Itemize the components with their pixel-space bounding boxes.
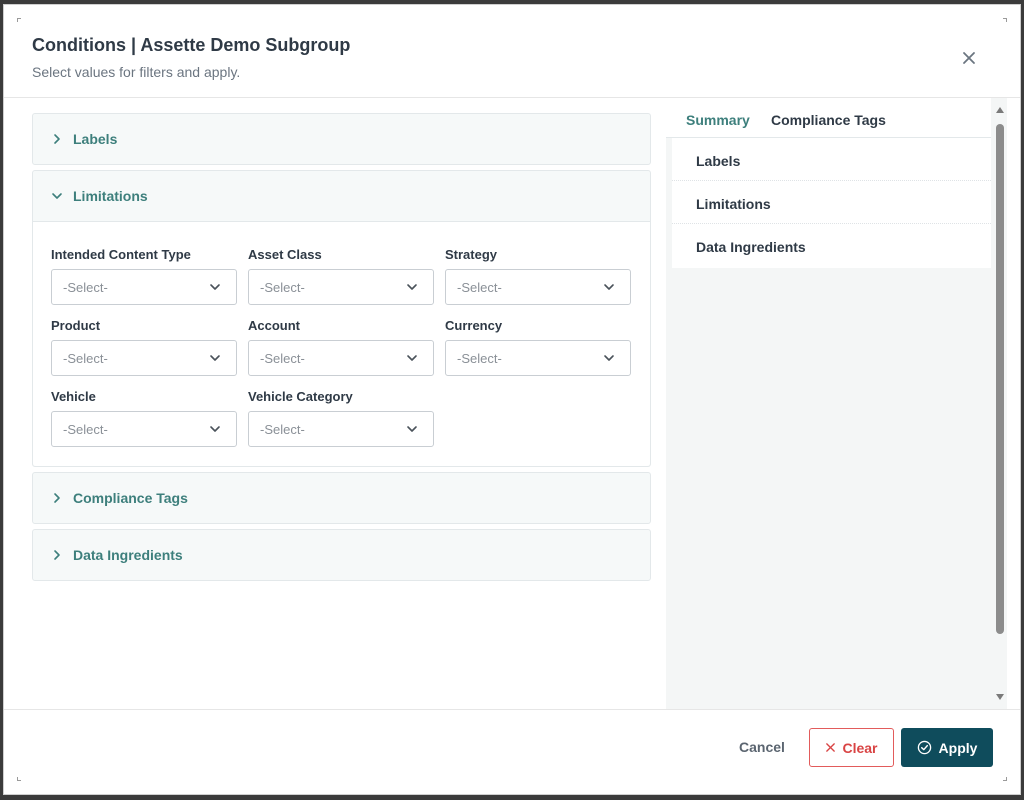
field-label: Product — [51, 318, 101, 333]
conditions-dialog: Conditions | Assette Demo Subgroup Selec… — [3, 4, 1021, 795]
scrollbar-thumb[interactable] — [996, 124, 1004, 634]
chevron-down-icon — [604, 284, 614, 290]
section-compliance-tags-header[interactable]: Compliance Tags — [33, 473, 650, 523]
section-title: Limitations — [73, 188, 148, 204]
field-strategy: Strategy -Select- — [445, 247, 631, 305]
close-button[interactable] — [960, 49, 978, 67]
select-placeholder: -Select- — [63, 350, 108, 366]
field-vehicle: Vehicle -Select- — [51, 389, 237, 447]
field-label: Intended Content Type — [51, 247, 191, 262]
field-intended-content-type: Intended Content Type -Select- — [51, 247, 237, 305]
chevron-right-icon — [54, 550, 60, 560]
vehicle-select[interactable]: -Select- — [51, 411, 237, 447]
dialog-title: Conditions | Assette Demo Subgroup — [32, 35, 351, 55]
summary-item-limitations: Limitations — [672, 181, 991, 224]
select-placeholder: -Select- — [260, 350, 305, 366]
section-title: Data Ingredients — [73, 547, 183, 563]
summary-item-data-ingredients: Data Ingredients — [696, 239, 806, 255]
select-placeholder: -Select- — [63, 279, 108, 295]
chevron-down-icon — [52, 193, 62, 199]
section-compliance-tags: Compliance Tags — [32, 472, 651, 524]
select-placeholder: -Select- — [457, 279, 502, 295]
field-label: Vehicle — [51, 389, 96, 404]
section-data-ingredients-header[interactable]: Data Ingredients — [33, 530, 650, 580]
apply-label: Apply — [938, 739, 978, 756]
section-labels: Labels — [32, 113, 651, 165]
close-icon — [826, 743, 836, 752]
section-title: Labels — [73, 131, 118, 147]
asset-class-select[interactable]: -Select- — [248, 269, 434, 305]
select-placeholder: -Select- — [260, 279, 305, 295]
field-vehicle-category: Vehicle Category -Select- — [248, 389, 434, 447]
chevron-down-icon — [210, 355, 220, 361]
chevron-down-icon — [407, 426, 417, 432]
scroll-down-arrow-icon[interactable] — [996, 694, 1004, 700]
check-circle-icon — [917, 740, 931, 755]
select-placeholder: -Select- — [63, 421, 108, 437]
product-select[interactable]: -Select- — [51, 340, 237, 376]
cancel-button[interactable]: Cancel — [739, 739, 785, 755]
vehicle-category-select[interactable]: -Select- — [248, 411, 434, 447]
field-asset-class: Asset Class -Select- — [248, 247, 434, 305]
chevron-down-icon — [407, 284, 417, 290]
chevron-down-icon — [604, 355, 614, 361]
field-label: Asset Class — [248, 247, 322, 262]
field-label: Account — [248, 318, 300, 333]
section-limitations: Limitations Intended Content Type -Selec… — [32, 170, 651, 467]
chevron-down-icon — [210, 426, 220, 432]
clear-button[interactable]: Clear — [809, 728, 894, 767]
chevron-right-icon — [54, 493, 60, 503]
apply-button[interactable]: Apply — [901, 728, 993, 767]
clear-label: Clear — [842, 739, 878, 756]
field-label: Strategy — [445, 247, 498, 262]
summary-panel: Summary Compliance Tags Labels Limitatio… — [666, 98, 994, 709]
field-label: Currency — [445, 318, 503, 333]
dialog-footer: Cancel Clear Apply — [4, 709, 1020, 796]
scroll-up-arrow-icon[interactable] — [996, 107, 1004, 113]
field-label: Vehicle Category — [248, 389, 353, 404]
section-labels-header[interactable]: Labels — [33, 114, 650, 164]
tab-summary[interactable]: Summary — [686, 112, 750, 128]
strategy-select[interactable]: -Select- — [445, 269, 631, 305]
chevron-down-icon — [210, 284, 220, 290]
section-data-ingredients: Data Ingredients — [32, 529, 651, 581]
field-currency: Currency -Select- — [445, 318, 631, 376]
section-title: Compliance Tags — [73, 490, 188, 506]
limitations-body: Intended Content Type -Select- Asset Cla… — [33, 221, 650, 466]
summary-scrollbar[interactable] — [993, 98, 1007, 709]
tab-compliance-tags[interactable]: Compliance Tags — [771, 112, 886, 128]
filter-sections: Labels Limitations Intended Content Type… — [32, 113, 651, 586]
chevron-down-icon — [407, 355, 417, 361]
intended-content-type-select[interactable]: -Select- — [51, 269, 237, 305]
field-product: Product -Select- — [51, 318, 237, 376]
summary-tabs: Summary Compliance Tags — [666, 98, 991, 138]
summary-list: Labels Limitations Data Ingredients — [672, 138, 991, 268]
summary-item-labels: Labels — [672, 138, 991, 181]
section-limitations-header[interactable]: Limitations — [33, 171, 650, 221]
chevron-right-icon — [54, 134, 60, 144]
account-select[interactable]: -Select- — [248, 340, 434, 376]
select-placeholder: -Select- — [457, 350, 502, 366]
field-account: Account -Select- — [248, 318, 434, 376]
currency-select[interactable]: -Select- — [445, 340, 631, 376]
close-icon — [963, 52, 975, 64]
select-placeholder: -Select- — [260, 421, 305, 437]
dialog-subtitle: Select values for filters and apply. — [32, 64, 241, 80]
dialog-header: Conditions | Assette Demo Subgroup Selec… — [4, 5, 1020, 98]
